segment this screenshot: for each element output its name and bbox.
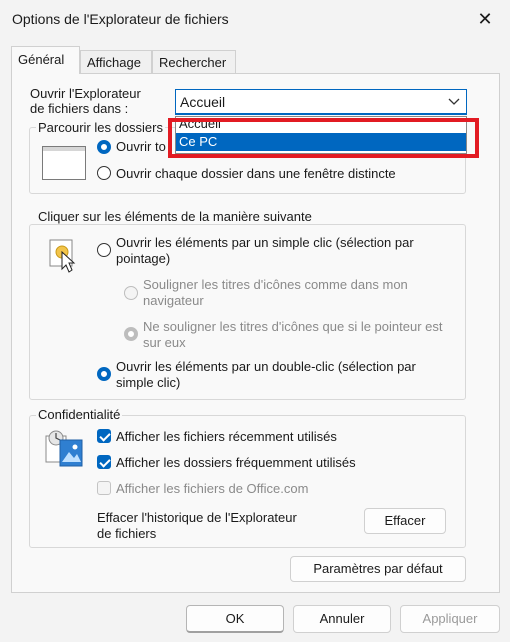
chevron-down-icon (448, 95, 460, 110)
folder-window-icon (42, 146, 86, 183)
open-in-dropdown-value: Accueil (180, 94, 226, 110)
browse-folders-title: Parcourir les dossiers (36, 120, 165, 135)
underline-on-point-label-line2: sur eux (143, 335, 186, 350)
underline-like-browser-label-line1: Souligner les titres d'icônes comme dans… (143, 277, 408, 292)
close-button[interactable]: ✕ (470, 6, 500, 32)
single-click-label-line1: Ouvrir les éléments par un simple clic (… (116, 235, 414, 250)
underline-on-point-radio (124, 327, 138, 341)
tab-display[interactable]: Affichage (80, 50, 152, 73)
open-in-label-line1: Ouvrir l'Explorateur (30, 86, 141, 101)
open-in-label-line2: de fichiers dans : (30, 101, 129, 116)
open-in-dropdown[interactable]: Accueil (175, 89, 467, 115)
restore-defaults-button[interactable]: Paramètres par défaut (290, 556, 466, 582)
click-pointer-icon (48, 238, 80, 277)
recent-files-checkbox[interactable] (97, 429, 111, 443)
double-click-radio[interactable] (97, 367, 111, 381)
title-bar: Options de l'Explorateur de fichiers ✕ (0, 0, 510, 38)
underline-like-browser-radio (124, 286, 138, 300)
recent-files-label: Afficher les fichiers récemment utilisés (116, 429, 337, 444)
open-same-window-radio[interactable] (97, 140, 111, 154)
privacy-files-icon (44, 428, 86, 471)
clear-history-label-line1: Effacer l'historique de l'Explorateur (97, 510, 297, 525)
single-click-label-line2: pointage) (116, 251, 171, 266)
frequent-folders-label: Afficher les dossiers fréquemment utilis… (116, 455, 356, 470)
apply-button: Appliquer (400, 605, 500, 633)
ok-button[interactable]: OK (186, 605, 284, 633)
tab-search[interactable]: Rechercher (152, 50, 236, 73)
cancel-button[interactable]: Annuler (293, 605, 391, 633)
window-title: Options de l'Explorateur de fichiers (12, 11, 229, 27)
office-files-label: Afficher les fichiers de Office.com (116, 481, 309, 496)
single-click-radio[interactable] (97, 243, 111, 257)
frequent-folders-checkbox[interactable] (97, 455, 111, 469)
open-separate-window-radio[interactable] (97, 166, 111, 180)
open-same-window-label: Ouvrir to (116, 139, 166, 154)
tab-general[interactable]: Général (11, 46, 80, 74)
clear-history-button[interactable]: Effacer (364, 508, 446, 534)
highlight-annotation-box (168, 118, 479, 158)
open-separate-window-label: Ouvrir chaque dossier dans une fenêtre d… (116, 166, 396, 181)
click-items-title: Cliquer sur les éléments de la manière s… (36, 209, 314, 224)
underline-on-point-label-line1: Ne souligner les titres d'icônes que si … (143, 319, 443, 334)
office-files-checkbox (97, 481, 111, 495)
underline-like-browser-label-line2: navigateur (143, 293, 204, 308)
clear-history-label-line2: de fichiers (97, 526, 157, 541)
double-click-label-line2: simple clic) (116, 375, 181, 390)
privacy-title: Confidentialité (36, 407, 123, 422)
double-click-label-line1: Ouvrir les éléments par un double-clic (… (116, 359, 416, 374)
